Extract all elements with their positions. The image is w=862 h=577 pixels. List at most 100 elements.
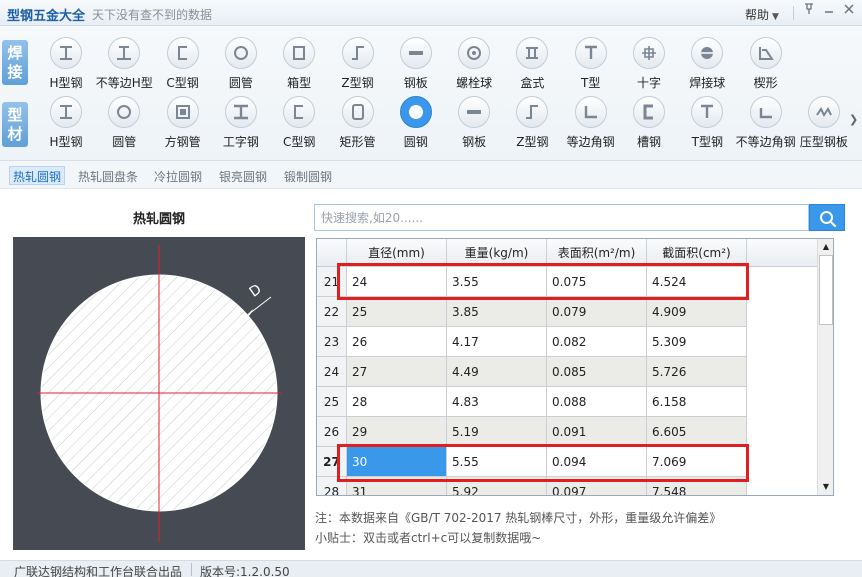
row-number: 24 bbox=[317, 357, 347, 387]
table-cell[interactable]: 5.19 bbox=[447, 417, 547, 447]
unequal-angle-icon bbox=[749, 96, 782, 128]
table-cell[interactable]: 28 bbox=[347, 387, 447, 417]
table-cell[interactable]: 0.091 bbox=[547, 417, 647, 447]
tool-wedge[interactable]: 楔形 bbox=[736, 37, 796, 93]
c-channel-icon bbox=[166, 37, 199, 69]
table-scrollbar[interactable]: ▲ ▼ bbox=[817, 239, 833, 495]
table-cell[interactable]: 3.85 bbox=[447, 297, 547, 327]
tool-round-tube[interactable]: 圆管 bbox=[211, 37, 271, 93]
table-row[interactable]: 26 29 5.19 0.091 6.605 bbox=[317, 417, 817, 447]
table-cell[interactable]: 0.079 bbox=[547, 297, 647, 327]
version-text: 版本号:1.2.0.50 bbox=[200, 565, 290, 577]
tool-unequal-angle[interactable]: 不等边角钢 bbox=[736, 96, 796, 152]
table-cell[interactable]: 4.909 bbox=[647, 297, 747, 327]
welded-ball-icon bbox=[691, 37, 724, 69]
t-section-icon bbox=[574, 37, 607, 69]
help-menu[interactable]: 帮助 ▼ bbox=[745, 6, 779, 23]
table-cell[interactable]: 6.605 bbox=[647, 417, 747, 447]
welding-category-tag[interactable]: 焊接 bbox=[2, 40, 28, 85]
h-beam-icon bbox=[50, 37, 82, 69]
equal-angle-icon bbox=[574, 96, 607, 128]
scroll-down-icon[interactable]: ▼ bbox=[818, 479, 833, 495]
tool-z-section[interactable]: Z型钢 bbox=[502, 96, 562, 152]
title-bar: 型钢五金大全 天下没有查不到的数据 帮助 ▼ bbox=[0, 0, 862, 26]
h-beam-icon bbox=[50, 96, 82, 128]
table-row[interactable]: 25 28 4.83 0.088 6.158 bbox=[317, 387, 817, 417]
tool-t-section[interactable]: T型钢 bbox=[677, 96, 737, 152]
row-number: 26 bbox=[317, 417, 347, 447]
tool-c-channel[interactable]: C型钢 bbox=[269, 96, 329, 152]
tool-profiled-sheet[interactable]: 压型钢板 bbox=[794, 96, 854, 152]
close-icon[interactable] bbox=[840, 3, 858, 21]
tool-z-section[interactable]: Z型钢 bbox=[328, 37, 388, 93]
i-beam-icon bbox=[224, 96, 257, 128]
tool-t-section[interactable]: T型 bbox=[561, 37, 621, 93]
tool-square-tube[interactable]: 方钢管 bbox=[153, 96, 213, 152]
row-number: 22 bbox=[317, 297, 347, 327]
table-cell[interactable]: 0.088 bbox=[547, 387, 647, 417]
tool-i-beam[interactable]: 工字钢 bbox=[211, 96, 271, 152]
round-bar-icon bbox=[399, 96, 432, 128]
tool-h-beam[interactable]: H型钢 bbox=[36, 96, 96, 152]
table-cell[interactable]: 25 bbox=[347, 297, 447, 327]
round-bar-cross-section: D bbox=[37, 245, 281, 542]
tool-channel[interactable]: 槽钢 bbox=[619, 96, 679, 152]
table-cell[interactable]: 29 bbox=[347, 417, 447, 447]
table-cell[interactable]: 6.158 bbox=[647, 387, 747, 417]
table-row[interactable]: 23 26 4.17 0.082 5.309 bbox=[317, 327, 817, 357]
tool-box-type[interactable]: 盒式 bbox=[502, 37, 562, 93]
help-label: 帮助 bbox=[745, 8, 770, 22]
wedge-icon bbox=[749, 37, 782, 69]
search-input[interactable] bbox=[314, 204, 809, 231]
row-number: 25 bbox=[317, 387, 347, 417]
search-button[interactable] bbox=[809, 204, 845, 231]
table-cell[interactable]: 0.082 bbox=[547, 327, 647, 357]
table-cell[interactable]: 5.726 bbox=[647, 357, 747, 387]
tool-round-bar[interactable]: 圆钢 bbox=[386, 96, 446, 152]
scroll-right-icon[interactable]: ❯ bbox=[849, 113, 858, 126]
tool-round-tube[interactable]: 圆管 bbox=[94, 96, 154, 152]
status-bar: 广联达钢结构和工作台联合出品 版本号:1.2.0.50 bbox=[0, 560, 862, 577]
tool-welded-ball[interactable]: 焊接球 bbox=[677, 37, 737, 93]
tool-cross-section[interactable]: 十字 bbox=[619, 37, 679, 93]
round-tube-icon bbox=[108, 96, 141, 128]
tool-steel-plate[interactable]: 钢板 bbox=[386, 37, 446, 93]
table-cell[interactable]: 27 bbox=[347, 357, 447, 387]
channel-icon bbox=[633, 96, 665, 128]
pin-icon[interactable] bbox=[800, 3, 818, 21]
publisher-text: 广联达钢结构和工作台联合出品 bbox=[14, 565, 183, 577]
tool-equal-angle[interactable]: 等边角钢 bbox=[561, 96, 621, 152]
tool-unequal-h-beam[interactable]: 不等边H型 bbox=[94, 37, 154, 93]
table-cell[interactable]: 5.309 bbox=[647, 327, 747, 357]
tool-label: 楔形 bbox=[753, 76, 778, 90]
subtab-forged-round[interactable]: 锻制圆钢 bbox=[281, 167, 335, 186]
tool-box-section[interactable]: 箱型 bbox=[269, 37, 329, 93]
tool-bolt-ball[interactable]: 螺栓球 bbox=[444, 37, 504, 93]
minimize-icon[interactable] bbox=[820, 3, 838, 21]
table-cell[interactable]: 4.49 bbox=[447, 357, 547, 387]
table-cell[interactable]: 26 bbox=[347, 327, 447, 357]
subtab-bright-round[interactable]: 银亮圆钢 bbox=[216, 167, 270, 186]
table-row[interactable]: 22 25 3.85 0.079 4.909 bbox=[317, 297, 817, 327]
scroll-up-icon[interactable]: ▲ bbox=[818, 239, 833, 255]
scroll-thumb[interactable] bbox=[819, 255, 833, 325]
status-divider bbox=[191, 563, 192, 576]
profile-category-tag[interactable]: 型材 bbox=[2, 102, 28, 147]
tool-c-channel[interactable]: C型钢 bbox=[153, 37, 213, 93]
table-row[interactable]: 24 27 4.49 0.085 5.726 bbox=[317, 357, 817, 387]
table-cell[interactable]: 0.085 bbox=[547, 357, 647, 387]
bolt-ball-icon bbox=[458, 37, 491, 69]
subtab-cold-drawn[interactable]: 冷拉圆钢 bbox=[151, 167, 205, 186]
table-cell[interactable]: 4.17 bbox=[447, 327, 547, 357]
tool-steel-plate[interactable]: 钢板 bbox=[444, 96, 504, 152]
cross-section-icon bbox=[633, 37, 665, 69]
table-cell[interactable]: 4.83 bbox=[447, 387, 547, 417]
box-type-icon bbox=[516, 37, 549, 69]
tool-rect-tube[interactable]: 矩形管 bbox=[328, 96, 388, 152]
subtab-hot-rolled-coil[interactable]: 热轧圆盘条 bbox=[75, 167, 141, 186]
z-section-icon bbox=[516, 96, 549, 128]
tool-h-beam[interactable]: H型钢 bbox=[36, 37, 96, 93]
subtab-hot-rolled-round[interactable]: 热轧圆钢 bbox=[9, 166, 66, 185]
highlight-box-row-21 bbox=[337, 263, 749, 300]
highlight-box-row-27 bbox=[337, 444, 749, 482]
